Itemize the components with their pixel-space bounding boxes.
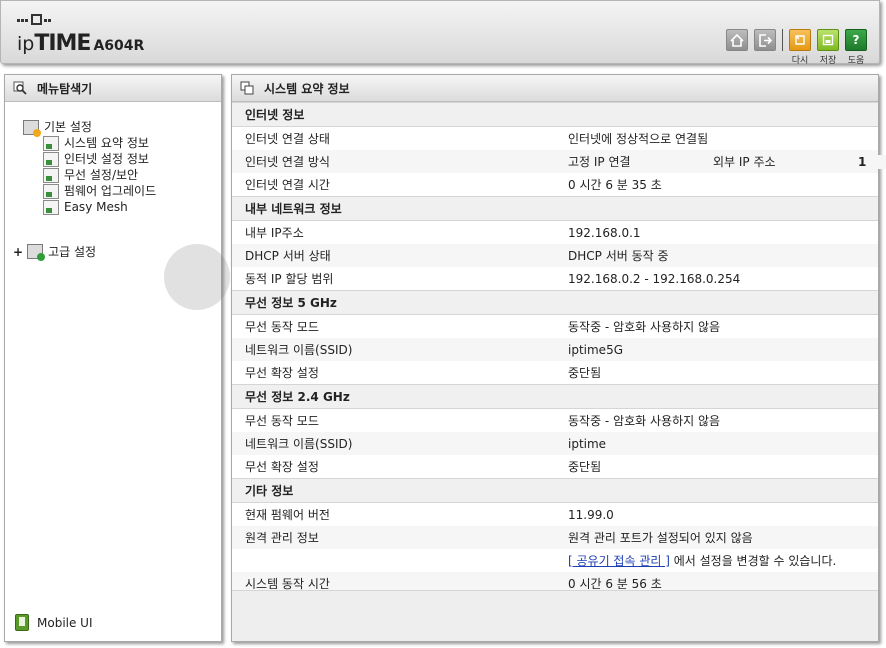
menu-basic-settings-label: 기본 설정: [44, 120, 92, 134]
section-internet-title: 인터넷 정보: [232, 102, 878, 127]
upgrade-page-icon: [43, 183, 59, 199]
menu-explorer-title: 메뉴탐색기: [37, 81, 93, 96]
mesh-page-icon: [43, 199, 59, 215]
wifi5-extension-value: 중단됨: [568, 366, 602, 380]
section-wifi24-title: 무선 정보 2.4 GHz: [232, 384, 878, 409]
remote-mgmt-hint-text: 에서 설정을 변경할 수 있습니다.: [669, 554, 837, 568]
wifi24-mode-value: 동작중 - 암호화 사용하지 않음: [568, 414, 721, 428]
wifi24-extension-value: 중단됨: [568, 460, 602, 474]
wifi24-ssid-value: iptime: [555, 432, 878, 455]
section-lan-title: 내부 네트워크 정보: [232, 196, 878, 221]
internet-method-cell: 고정 IP 연결 외부 IP 주소 1: [555, 150, 886, 173]
model-name: A604R: [93, 38, 145, 54]
menu-item-label: 시스템 요약 정보: [64, 136, 149, 150]
menu-item-wireless-security[interactable]: 무선 설정/보안: [23, 167, 156, 183]
menu-explorer-panel: 메뉴탐색기 기본 설정 시스템 요약 정보 인터넷 설정 정보 무선 설정/보안…: [4, 74, 222, 642]
field-label: 무선 동작 모드: [245, 414, 319, 428]
field-label: 인터넷 연결 상태: [245, 132, 330, 146]
help-label: 도움: [847, 56, 865, 66]
field-label: 현재 펌웨어 버전: [245, 508, 330, 522]
field-label: 네트워크 이름(SSID): [232, 432, 555, 455]
wifi-page-icon: [43, 167, 59, 183]
mobile-ui-link[interactable]: Mobile UI: [15, 614, 93, 631]
refresh-button[interactable]: 다시: [789, 29, 811, 66]
refresh-icon: [789, 29, 811, 51]
remote-mgmt-value: 원격 관리 포트가 설정되어 있지 않음: [555, 526, 878, 549]
section-wifi5-title: 무선 정보 5 GHz: [232, 290, 878, 315]
mobile-ui-label: Mobile UI: [37, 615, 93, 630]
field-label: 인터넷 연결 방식: [232, 150, 555, 173]
empty-label: [232, 549, 555, 572]
save-button[interactable]: 저장: [817, 29, 839, 66]
router-access-mgmt-link[interactable]: [ 공유기 접속 관리 ]: [568, 554, 670, 568]
menu-item-firmware-upgrade[interactable]: 펌웨어 업그레이드: [23, 183, 156, 199]
top-header: ipTIME A604R 다시 저장 ? 도움: [0, 0, 880, 66]
menu-item-label: 인터넷 설정 정보: [64, 152, 149, 166]
field-label: 네트워크 이름(SSID): [232, 338, 555, 361]
menu-item-easy-mesh[interactable]: Easy Mesh: [23, 199, 156, 215]
menu-item-label: 무선 설정/보안: [64, 168, 139, 182]
expand-icon[interactable]: +: [13, 245, 23, 259]
internet-uptime-value: 0 시간 6 분 35 초: [568, 178, 662, 192]
system-summary-header: 시스템 요약 정보: [232, 75, 878, 102]
folder-icon: [27, 244, 46, 261]
field-label: DHCP 서버 상태: [232, 244, 555, 267]
menu-advanced-settings[interactable]: + 고급 설정: [13, 243, 97, 261]
external-ip-label: 외부 IP 주소: [713, 155, 776, 169]
dhcp-status-value: DHCP 서버 동작 중: [555, 244, 878, 267]
magnifier-icon: [13, 81, 27, 95]
menu-explorer-header: 메뉴탐색기: [5, 75, 221, 102]
brand-logo[interactable]: ipTIME A604R: [17, 31, 144, 56]
field-label: 내부 IP주소: [245, 226, 304, 240]
save-icon: [817, 29, 839, 51]
chart-page-icon: [43, 135, 59, 151]
internet-method-value: 고정 IP 연결: [568, 155, 631, 169]
help-button[interactable]: ? 도움: [845, 29, 867, 66]
wifi5-mode-value: 동작중 - 암호화 사용하지 않음: [568, 320, 721, 334]
system-summary-panel: 시스템 요약 정보 인터넷 정보 인터넷 연결 상태 인터넷에 정상적으로 연결됨…: [231, 74, 886, 642]
window-icon: [240, 81, 254, 95]
monitor-page-icon: [43, 151, 59, 167]
section-etc-title: 기타 정보: [232, 478, 878, 503]
field-label: 무선 동작 모드: [245, 320, 319, 334]
header-toolbar: 다시 저장 ? 도움: [720, 29, 867, 66]
panel-footer-area: [232, 590, 878, 641]
logout-icon[interactable]: [754, 29, 776, 51]
internet-status-value: 인터넷에 정상적으로 연결됨: [568, 132, 709, 146]
field-label: 인터넷 연결 시간: [245, 178, 330, 192]
refresh-label: 다시: [791, 56, 809, 66]
menu-item-label: 펌웨어 업그레이드: [64, 184, 157, 198]
menu-item-internet-settings[interactable]: 인터넷 설정 정보: [23, 151, 156, 167]
menu-item-label: Easy Mesh: [64, 200, 128, 214]
folder-icon: [23, 119, 41, 137]
remote-mgmt-hint: [ 공유기 접속 관리 ] 에서 설정을 변경할 수 있습니다.: [555, 549, 878, 572]
logo-mark: [17, 11, 52, 25]
wifi5-ssid-value: iptime5G: [555, 338, 878, 361]
field-label: 동적 IP 할당 범위: [245, 272, 334, 286]
lan-ip-value: 192.168.0.1: [568, 225, 641, 240]
external-ip-value: 1: [858, 155, 886, 169]
home-icon[interactable]: [726, 29, 748, 51]
logo-time: TIME: [34, 31, 91, 56]
summary-table: 인터넷 정보 인터넷 연결 상태 인터넷에 정상적으로 연결됨 인터넷 연결 방식…: [232, 102, 886, 595]
save-label: 저장: [819, 56, 837, 66]
field-label: 무선 확장 설정: [245, 366, 319, 380]
field-label: 무선 확장 설정: [245, 460, 319, 474]
help-icon: ?: [845, 29, 867, 51]
menu-advanced-settings-label: 고급 설정: [48, 245, 97, 259]
page-title: 시스템 요약 정보: [264, 81, 350, 96]
menu-item-system-summary[interactable]: 시스템 요약 정보: [23, 135, 156, 151]
menu-basic-settings[interactable]: 기본 설정: [23, 119, 156, 137]
field-label: 원격 관리 정보: [232, 526, 555, 549]
logo-ip: ip: [17, 33, 35, 55]
menu-tree: 기본 설정 시스템 요약 정보 인터넷 설정 정보 무선 설정/보안 펌웨어 업…: [23, 119, 156, 215]
firmware-version-value: 11.99.0: [568, 507, 614, 522]
dhcp-range-value: 192.168.0.2 - 192.168.0.254: [568, 271, 741, 286]
mobile-phone-icon: [15, 614, 29, 631]
